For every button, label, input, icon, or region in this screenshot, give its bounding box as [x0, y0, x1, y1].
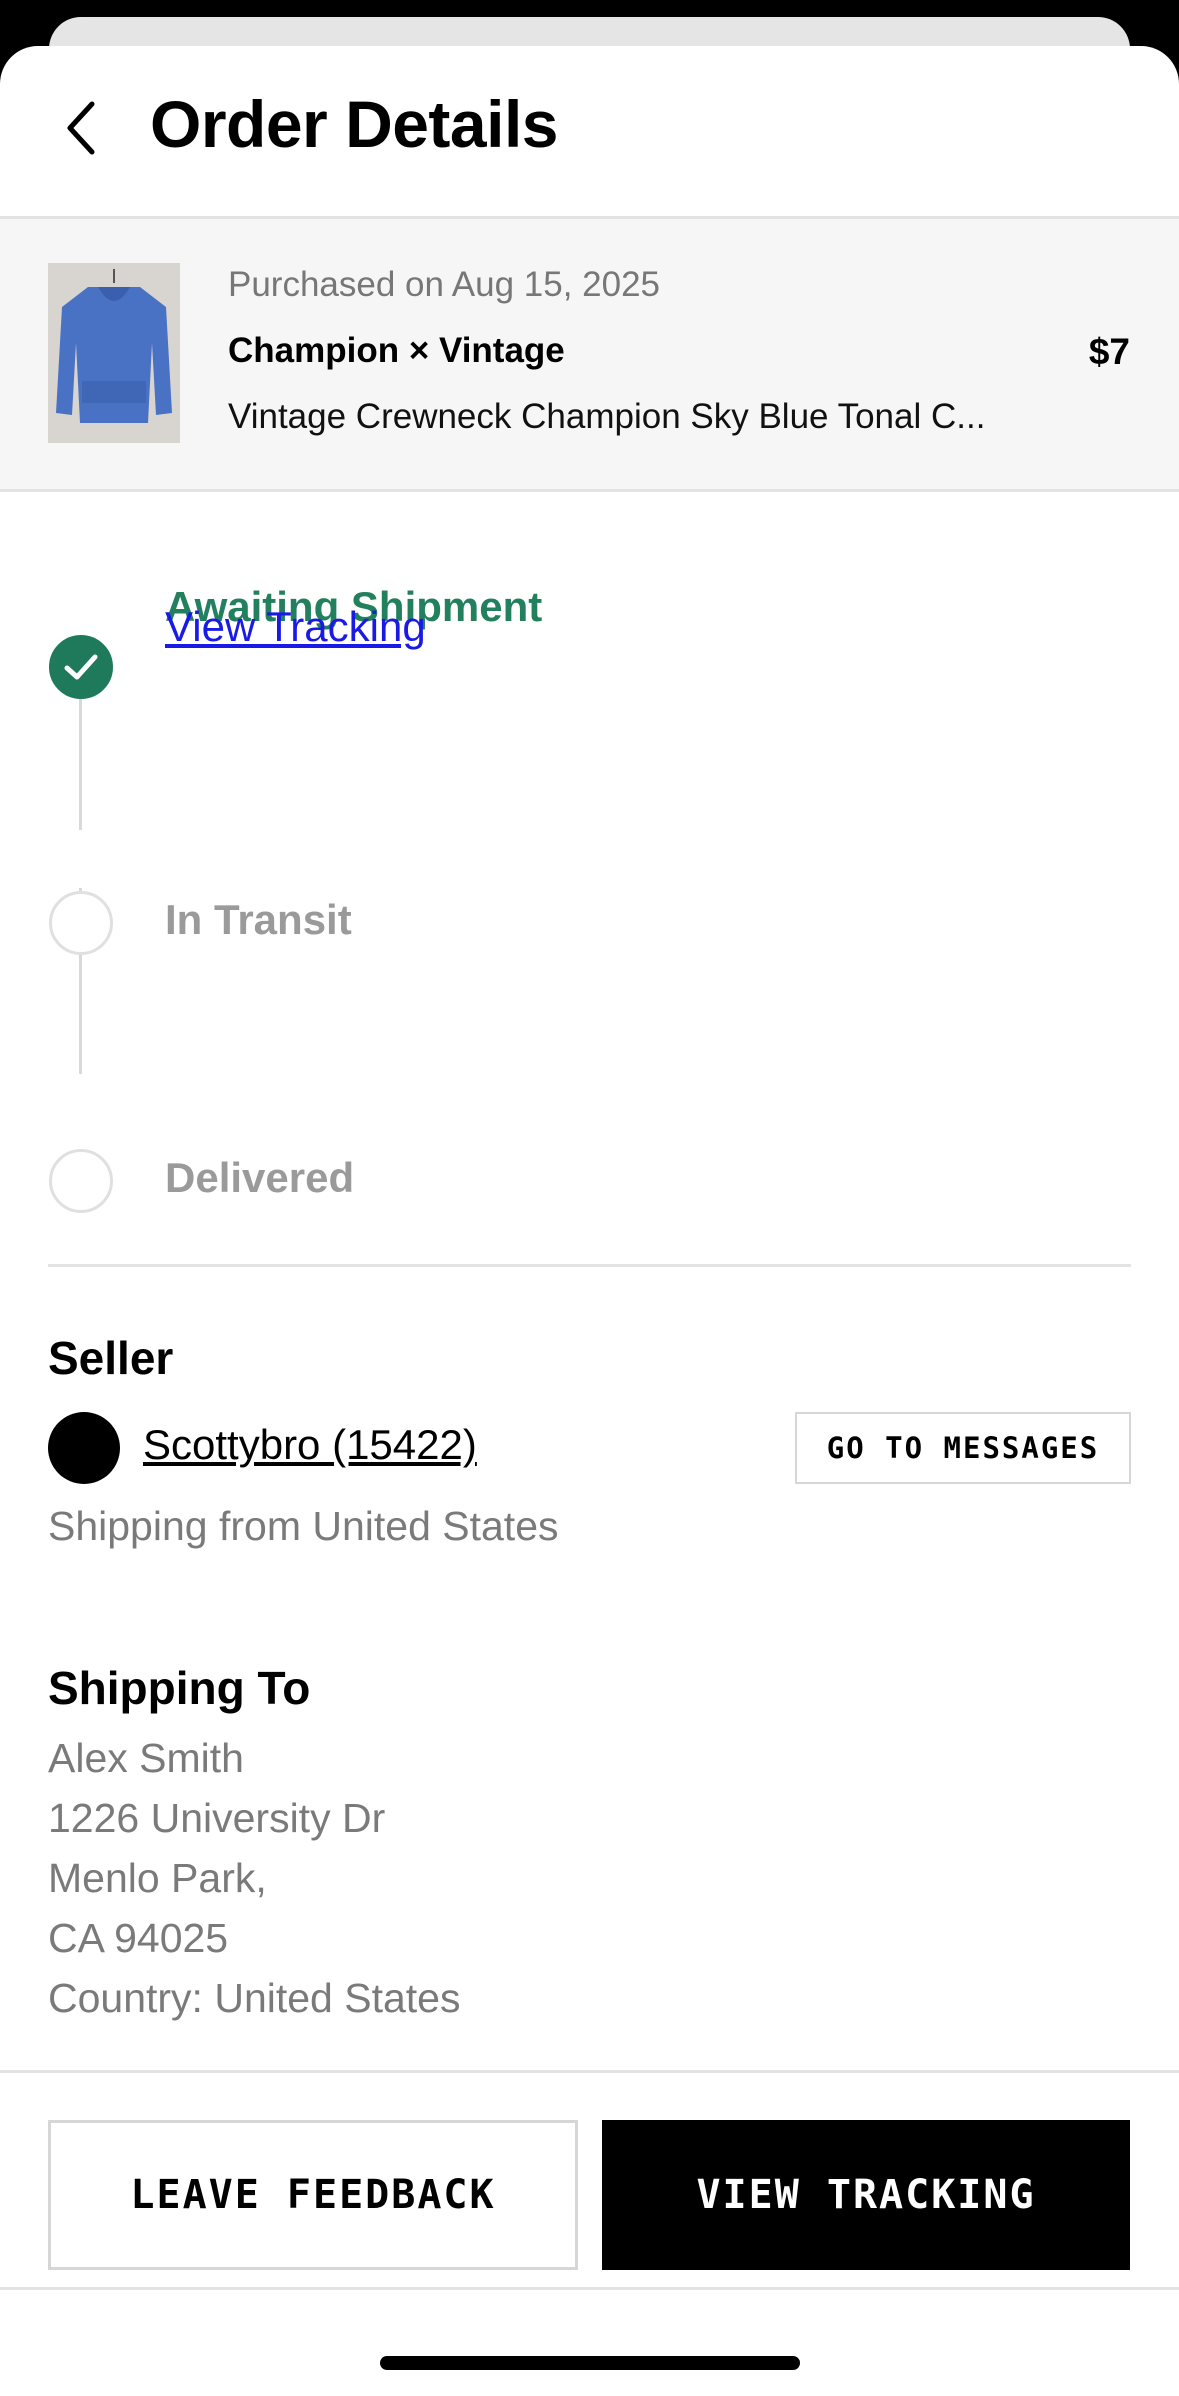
go-to-messages-button[interactable]: GO TO MESSAGES [795, 1412, 1131, 1484]
order-details-sheet: Order Details Purchased on Aug 15, 2025 … [0, 46, 1179, 2396]
empty-circle-icon [49, 1149, 113, 1213]
address-line: 1226 University Dr [48, 1795, 386, 1841]
chevron-left-icon [67, 101, 95, 155]
home-indicator[interactable] [380, 2356, 800, 2370]
view-tracking-button[interactable]: VIEW TRACKING [602, 2120, 1130, 2270]
header: Order Details [0, 46, 1179, 219]
status-step-in-transit: In Transit [165, 896, 352, 943]
status-step-delivered: Delivered [165, 1154, 355, 1201]
product-thumbnail [48, 263, 180, 443]
check-icon [49, 635, 113, 699]
seller-heading: Seller [48, 1332, 174, 1384]
address-line: Menlo Park, [48, 1855, 267, 1901]
section-divider [48, 1264, 1131, 1267]
address-line: Alex Smith [48, 1735, 244, 1781]
back-button[interactable] [50, 96, 114, 160]
product-summary[interactable]: Purchased on Aug 15, 2025 Champion × Vin… [0, 219, 1179, 492]
product-name: Vintage Crewneck Champion Sky Blue Tonal… [228, 397, 986, 436]
leave-feedback-button[interactable]: LEAVE FEEDBACK [48, 2120, 578, 2270]
purchase-date: Purchased on Aug 15, 2025 [228, 265, 661, 304]
empty-circle-icon [49, 891, 113, 955]
address-line: CA 94025 [48, 1915, 229, 1961]
product-brand: Champion × Vintage [228, 331, 565, 370]
order-status-timeline: Awaiting Shipment View Tracking In Trans… [0, 492, 1179, 1282]
page-title: Order Details [150, 87, 559, 161]
seller-name-link[interactable]: Scottybro (15422) [143, 1421, 477, 1469]
view-tracking-link[interactable]: View Tracking [165, 603, 426, 651]
shipping-from-text: Shipping from United States [48, 1503, 559, 1549]
address-line: Country: United States [48, 1975, 461, 2021]
shipping-to-heading: Shipping To [48, 1662, 311, 1714]
avatar[interactable] [48, 1412, 120, 1484]
bottom-action-bar: LEAVE FEEDBACK VIEW TRACKING [0, 2070, 1179, 2290]
product-price: $7 [1088, 331, 1130, 372]
